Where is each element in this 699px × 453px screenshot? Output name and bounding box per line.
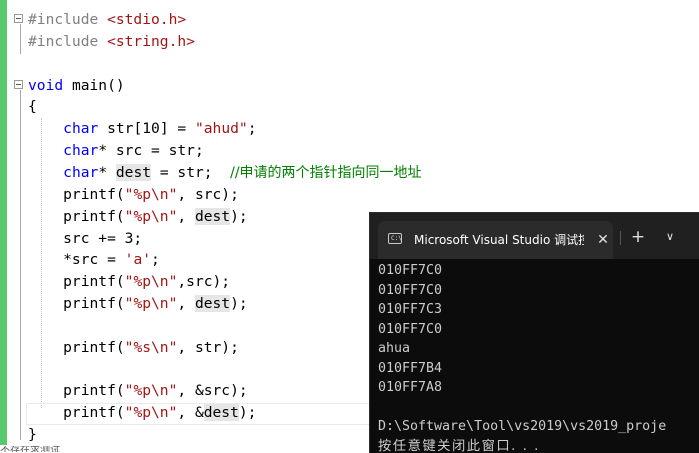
code-token: , (177, 208, 195, 225)
tab-title: Microsoft Visual Studio 调试控制台 (414, 231, 584, 249)
code-line[interactable]: src += 3; (28, 228, 142, 250)
terminal-icon: C:\ (388, 233, 402, 244)
fold-toggle-includes[interactable] (14, 14, 23, 23)
console-line (378, 398, 699, 418)
code-token: "%p\n" (125, 208, 178, 225)
code-token: "%p\n" (125, 273, 178, 290)
code-token (28, 164, 63, 181)
code-token: * (98, 164, 116, 181)
code-line[interactable]: printf("%p\n", &src); (28, 380, 248, 402)
code-token: //申请的两个指针指向同一地址 (230, 165, 421, 181)
tab-divider (620, 231, 621, 245)
code-token: *src = (28, 251, 125, 268)
console-output[interactable]: 010FF7C0010FF7C0010FF7C3010FF7C0ahua010F… (378, 261, 699, 453)
code-token: "%p\n" (125, 295, 178, 312)
debug-console-window[interactable]: C:\ Microsoft Visual Studio 调试控制台 ✕ + ∨ … (369, 212, 699, 453)
code-token: = str; (151, 164, 230, 181)
console-line: 010FF7C0 (378, 281, 699, 301)
code-line[interactable]: printf("%p\n", dest); (28, 206, 248, 228)
code-token: "%p\n" (125, 186, 178, 203)
code-token: "%p\n" (125, 382, 178, 399)
console-line: D:\Software\Tool\vs2019\vs2019_proje (378, 417, 699, 437)
terminal-tab[interactable]: C:\ Microsoft Visual Studio 调试控制台 ✕ (378, 221, 613, 259)
code-line[interactable]: #include <stdio.h> (28, 9, 186, 31)
status-snippet: 不存在求测试 (0, 446, 120, 452)
code-line[interactable]: printf("%p\n", &dest); (28, 402, 256, 424)
code-token: char (63, 164, 98, 181)
code-token: ; (248, 120, 257, 137)
code-token: #include (28, 33, 107, 50)
code-token: char (63, 142, 98, 159)
code-line[interactable]: void main() (28, 75, 125, 97)
code-line[interactable]: printf("%p\n",src); (28, 271, 230, 293)
code-line[interactable]: printf("%s\n", str); (28, 337, 239, 359)
code-token: dest (116, 164, 151, 181)
code-token: "%p\n" (125, 404, 178, 421)
chevron-down-icon[interactable]: ∨ (660, 227, 680, 247)
code-token: printf( (28, 339, 125, 356)
code-token: <string.h> (107, 33, 195, 50)
code-token: dest (195, 295, 230, 312)
code-token: printf( (28, 382, 125, 399)
code-token: 'a' (125, 251, 151, 268)
code-token: * src = str; (98, 142, 203, 159)
code-token: { (28, 98, 37, 115)
code-token: #include (28, 11, 107, 28)
code-token (28, 120, 63, 137)
code-token: ; (151, 251, 160, 268)
code-token: "ahud" (195, 120, 248, 137)
code-token: char (63, 120, 98, 137)
console-line: 010FF7B4 (378, 359, 699, 379)
code-token: src += 3; (28, 230, 142, 247)
code-token: ); (230, 208, 248, 225)
code-line[interactable]: } (28, 424, 37, 446)
code-token: printf( (28, 295, 125, 312)
code-token: , & (177, 404, 203, 421)
console-line: 010FF7C0 (378, 261, 699, 281)
code-token: printf( (28, 186, 125, 203)
terminal-tab-bar: C:\ Microsoft Visual Studio 调试控制台 ✕ + ∨ (370, 213, 699, 259)
code-token: printf( (28, 208, 125, 225)
console-line: 010FF7A8 (378, 378, 699, 398)
code-token: , (177, 295, 195, 312)
code-token: dest (195, 208, 230, 225)
code-token: ,src); (177, 273, 230, 290)
code-token: str[10] = (98, 120, 195, 137)
code-token: , &src); (177, 382, 247, 399)
code-token: main() (63, 77, 125, 94)
code-line[interactable]: printf("%p\n", dest); (28, 293, 248, 315)
code-line[interactable]: *src = 'a'; (28, 249, 160, 271)
console-line: 010FF7C3 (378, 300, 699, 320)
change-tracking-bar (0, 0, 7, 445)
code-token: printf( (28, 404, 125, 421)
code-token: , str); (177, 339, 239, 356)
console-line: 按任意键关闭此窗口. . . (378, 437, 699, 453)
fold-toggle-main[interactable] (14, 80, 23, 89)
code-token: <stdio.h> (107, 11, 186, 28)
new-tab-button[interactable]: + (628, 227, 648, 247)
code-token (28, 142, 63, 159)
console-line: 010FF7C0 (378, 320, 699, 340)
code-token: "%s\n" (125, 339, 178, 356)
code-line[interactable]: char* src = str; (28, 140, 204, 162)
code-line[interactable]: printf("%p\n", src); (28, 184, 239, 206)
code-line[interactable]: #include <string.h> (28, 31, 195, 53)
code-token: ); (230, 295, 248, 312)
code-token: printf( (28, 273, 125, 290)
code-token: ); (239, 404, 257, 421)
code-token: dest (204, 404, 239, 421)
code-line[interactable]: { (28, 96, 37, 118)
fold-guide-includes (20, 24, 21, 54)
console-line: ahua (378, 339, 699, 359)
code-token: } (28, 426, 37, 443)
close-icon[interactable]: ✕ (594, 231, 612, 249)
code-line[interactable]: char* dest = str; //申请的两个指针指向同一地址 (28, 162, 422, 184)
code-token: , src); (177, 186, 239, 203)
code-token: void (28, 77, 63, 94)
code-line[interactable]: char str[10] = "ahud"; (28, 118, 256, 140)
fold-guide-main (20, 90, 21, 440)
